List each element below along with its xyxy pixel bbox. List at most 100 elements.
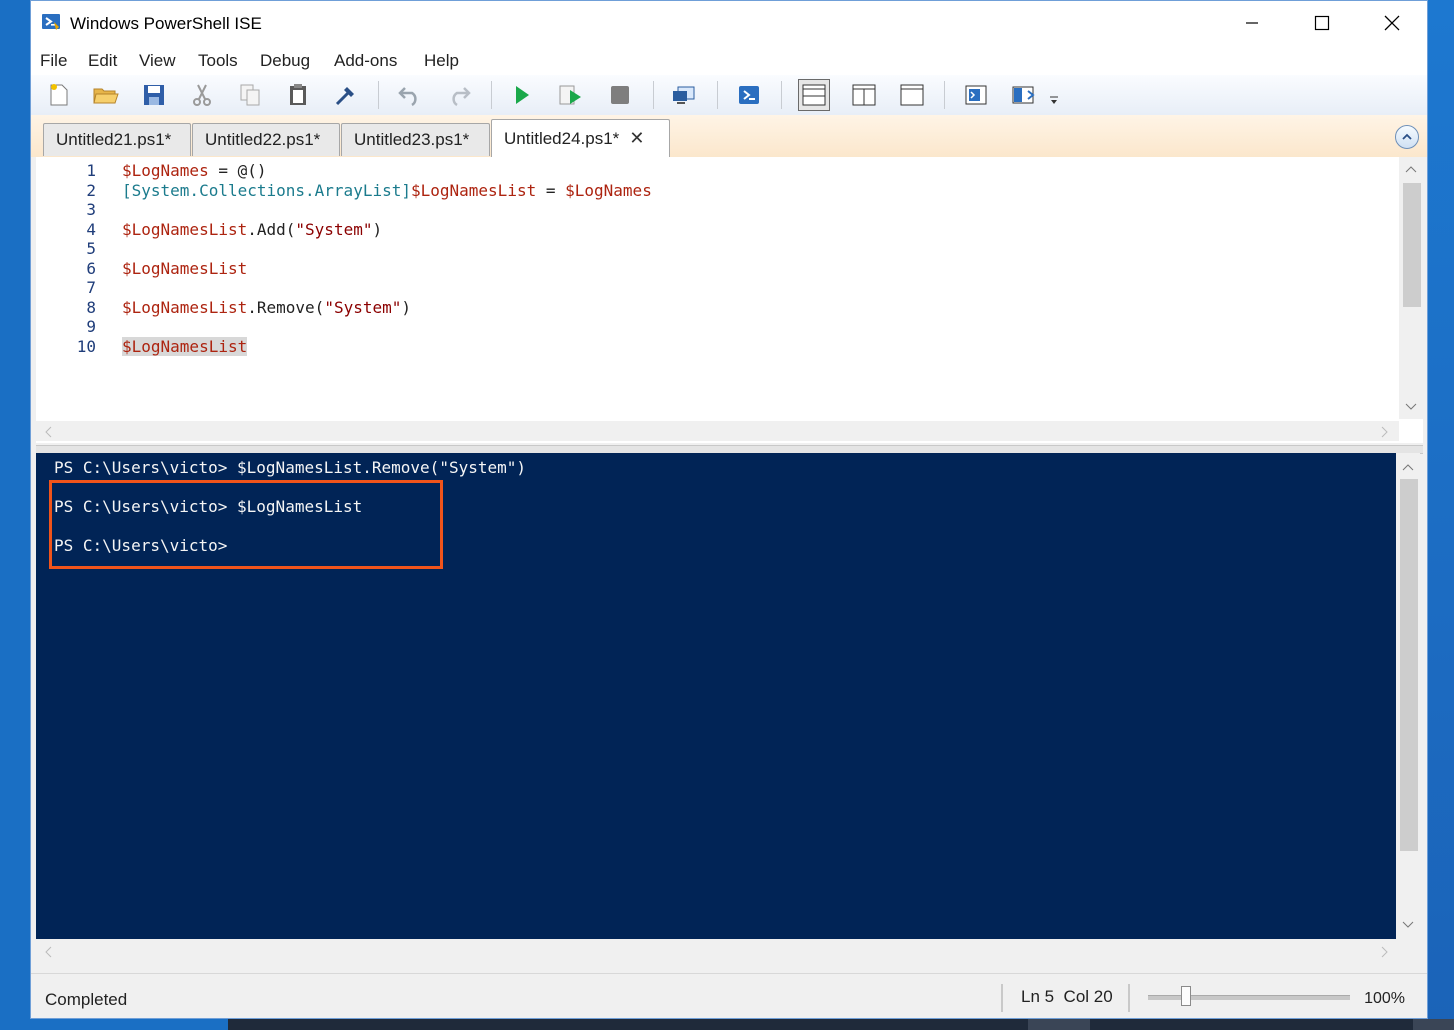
scroll-left-icon[interactable] <box>44 426 52 438</box>
toolbar-separator <box>717 81 718 109</box>
code-token: $LogNamesList <box>122 258 248 278</box>
console-pane[interactable]: PS C:\Users\victo> $LogNamesList.Remove(… <box>36 453 1396 939</box>
menu-edit[interactable]: Edit <box>88 51 117 71</box>
editor-scrollbar-thumb[interactable] <box>1403 183 1421 307</box>
code-token: $LogNamesList <box>122 336 248 356</box>
line-number: Ln 5 <box>1021 987 1055 1006</box>
show-script-pane-icon <box>965 85 987 105</box>
show-script-pane-button[interactable] <box>961 79 991 111</box>
console-scrollbar-thumb[interactable] <box>1400 479 1418 851</box>
script-code[interactable]: $LogNames = @() [System.Collections.Array… <box>122 161 652 356</box>
scroll-up-icon[interactable] <box>1402 463 1414 471</box>
tab-untitled21[interactable]: Untitled21.ps1* <box>43 123 191 156</box>
show-commands-addon-button[interactable] <box>1009 79 1039 111</box>
zoom-slider-track[interactable] <box>1148 995 1350 1000</box>
paste-button[interactable] <box>283 79 313 111</box>
tab-label: Untitled21.ps1* <box>56 130 172 149</box>
undo-button[interactable] <box>395 79 425 111</box>
editor-vertical-scrollbar[interactable] <box>1399 157 1423 419</box>
zoom-slider-thumb[interactable] <box>1181 986 1191 1006</box>
scroll-right-icon[interactable] <box>1381 946 1389 958</box>
menu-add-ons[interactable]: Add-ons <box>334 51 397 71</box>
scroll-up-icon[interactable] <box>1405 165 1417 173</box>
code-line[interactable] <box>122 317 652 337</box>
new-remote-tab-icon <box>673 86 695 104</box>
editor-horizontal-scrollbar[interactable] <box>36 421 1399 441</box>
scroll-down-icon[interactable] <box>1405 403 1417 411</box>
code-token: . <box>247 297 257 317</box>
toolbar-separator <box>378 81 379 109</box>
copy-button[interactable] <box>235 79 265 111</box>
run-selection-icon <box>559 85 581 105</box>
clear-console-button[interactable] <box>331 79 361 111</box>
save-button[interactable] <box>139 79 169 111</box>
taskbar-item[interactable] <box>1028 1019 1090 1030</box>
code-token: $LogNames <box>565 180 652 200</box>
menu-help[interactable]: Help <box>424 51 459 71</box>
line-number: 7 <box>86 278 96 297</box>
redo-button[interactable] <box>444 79 474 111</box>
line-number: 9 <box>86 317 96 336</box>
menu-view[interactable]: View <box>139 51 176 71</box>
tab-untitled24[interactable]: Untitled24.ps1* ✕ <box>491 119 670 157</box>
new-script-button[interactable] <box>44 79 74 111</box>
code-line[interactable]: $LogNamesList.Add("System") <box>122 220 652 240</box>
code-token: $LogNamesList <box>410 180 537 200</box>
run-selection-button[interactable] <box>556 79 586 111</box>
close-tab-icon[interactable]: ✕ <box>629 128 644 149</box>
run-script-button[interactable] <box>507 79 537 111</box>
scroll-right-icon[interactable] <box>1381 426 1389 438</box>
code-line[interactable]: [System.Collections.ArrayList]$LogNamesL… <box>122 181 652 201</box>
tab-untitled22[interactable]: Untitled22.ps1* <box>192 123 340 156</box>
status-text: Completed <box>45 990 128 1009</box>
title-bar: Windows PowerShell ISE <box>31 1 1427 45</box>
maximize-icon <box>1314 15 1330 31</box>
code-line[interactable] <box>122 278 652 298</box>
line-number: 8 <box>86 297 96 317</box>
chevron-up-icon <box>1402 133 1412 140</box>
tab-untitled23[interactable]: Untitled23.ps1* <box>341 123 490 156</box>
close-window-button[interactable] <box>1357 1 1427 45</box>
console-vertical-scrollbar[interactable] <box>1396 453 1420 939</box>
show-script-pane-right-icon <box>852 84 876 106</box>
script-editor[interactable]: 1 2 3 4 5 6 7 8 9 10 $LogNames = @() [System.Colle… <box>36 157 1423 443</box>
tab-label: Untitled22.ps1* <box>205 130 321 149</box>
code-line[interactable] <box>122 239 652 259</box>
menu-debug[interactable]: Debug <box>260 51 310 71</box>
code-line[interactable]: $LogNamesList.Remove("System") <box>122 298 652 318</box>
stop-button[interactable] <box>605 79 635 111</box>
copy-icon <box>240 84 260 106</box>
collapse-script-pane-button[interactable] <box>1395 125 1419 149</box>
maximize-button[interactable] <box>1287 1 1357 45</box>
line-numbers: 1 2 3 4 5 6 7 8 9 10 <box>36 161 96 356</box>
taskbar-item[interactable] <box>1413 1019 1454 1030</box>
minimize-button[interactable] <box>1217 1 1287 45</box>
line-number: 3 <box>86 200 96 219</box>
taskbar <box>228 1019 1454 1030</box>
new-remote-tab-button[interactable] <box>669 79 699 111</box>
console-horizontal-scrollbar[interactable] <box>36 941 1423 961</box>
show-script-pane-maximized-icon <box>900 84 924 106</box>
code-token: $LogNamesList <box>122 219 248 239</box>
line-number: 10 <box>76 336 96 356</box>
menu-file[interactable]: File <box>40 51 67 71</box>
code-line[interactable]: $LogNames = @() <box>122 161 652 181</box>
zoom-level: 100% <box>1364 990 1405 1007</box>
show-script-pane-maximized-button[interactable] <box>897 79 927 111</box>
show-script-pane-right-button[interactable] <box>849 79 879 111</box>
code-line[interactable] <box>122 200 652 220</box>
window-title: Windows PowerShell ISE <box>70 14 262 33</box>
status-bar: Completed Ln 5 Col 20 100% <box>31 973 1427 1018</box>
scroll-left-icon[interactable] <box>44 946 52 958</box>
menu-tools[interactable]: Tools <box>198 51 238 71</box>
scroll-down-icon[interactable] <box>1402 921 1414 929</box>
tab-label: Untitled24.ps1* <box>504 128 620 148</box>
code-token: ) <box>401 297 412 317</box>
open-button[interactable] <box>91 79 121 111</box>
cut-button[interactable] <box>187 79 217 111</box>
toolbar-overflow-button[interactable] <box>1047 89 1061 111</box>
show-script-pane-top-button[interactable] <box>798 79 830 111</box>
code-line[interactable]: $LogNamesList <box>122 259 652 279</box>
start-powershell-button[interactable] <box>734 79 764 111</box>
code-line[interactable]: $LogNamesList <box>122 336 652 357</box>
